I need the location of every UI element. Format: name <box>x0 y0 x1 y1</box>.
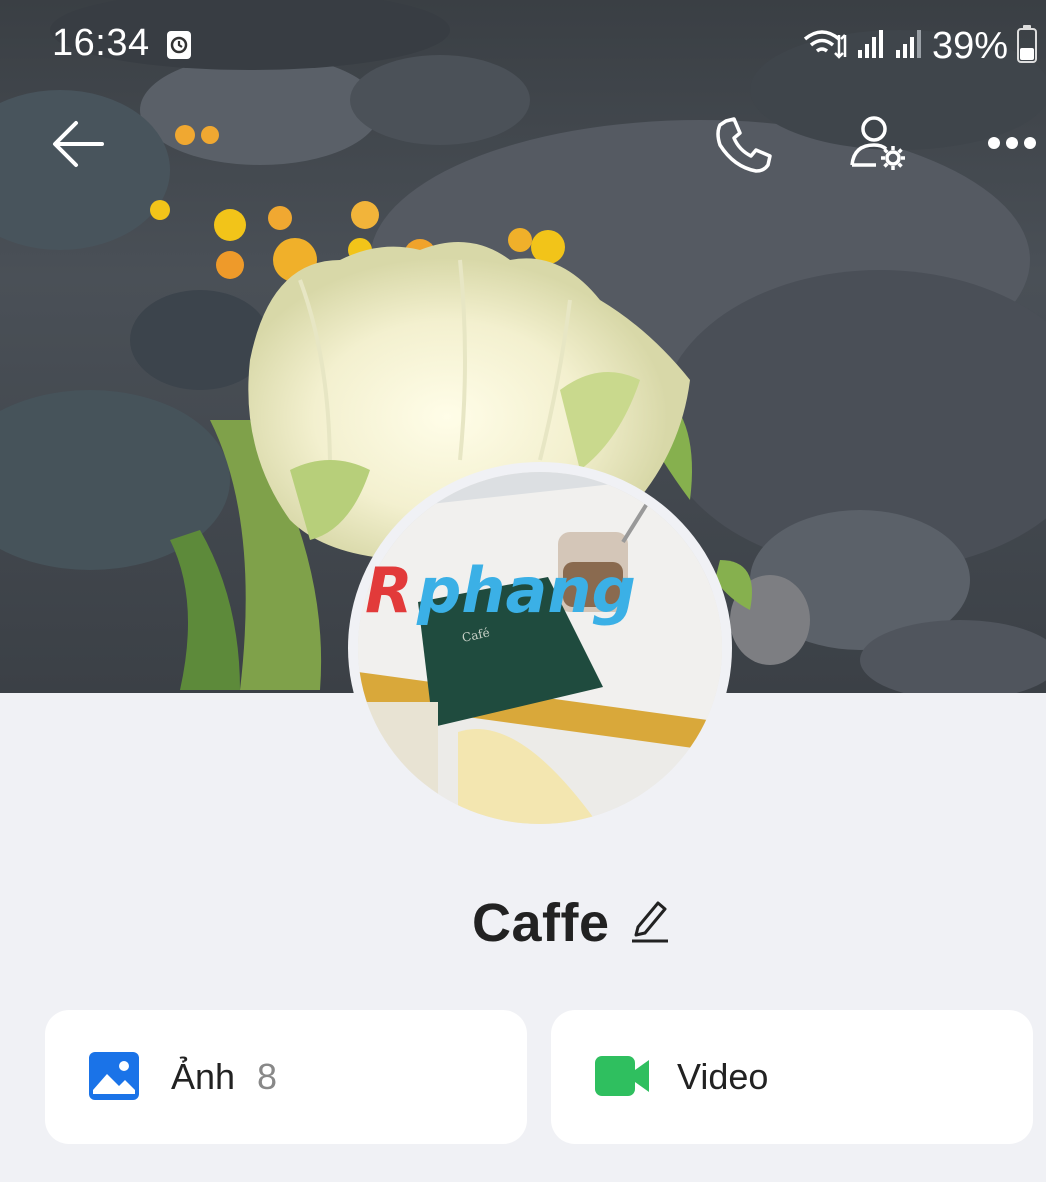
image-icon <box>87 1050 143 1102</box>
status-indicators: 39% <box>802 22 1038 70</box>
battery-icon <box>1016 24 1038 69</box>
photos-count: 8 <box>257 1056 278 1097</box>
battery-percent: 39% <box>931 24 1008 67</box>
phone-icon[interactable] <box>712 115 774 175</box>
alarm-icon <box>166 30 192 60</box>
svg-text:phang: phang <box>416 560 636 627</box>
pencil-icon[interactable] <box>630 897 670 943</box>
video-camera-icon <box>593 1050 649 1102</box>
profile-name-row: Caffe <box>0 886 1046 958</box>
back-arrow-icon[interactable] <box>50 118 106 170</box>
photos-button[interactable]: Ảnh 8 <box>45 1010 527 1144</box>
video-button[interactable]: Video <box>551 1010 1033 1144</box>
status-time: 16:34 <box>52 22 150 64</box>
more-icon[interactable] <box>986 128 1038 158</box>
signal-icon <box>894 28 924 65</box>
signal-icon <box>856 28 886 65</box>
avatar[interactable]: Café R phang <box>348 462 732 834</box>
status-bar: 16:34 39% <box>0 0 1046 92</box>
photos-label: Ảnh <box>171 1056 236 1097</box>
avatar-photo: Café <box>358 472 722 824</box>
wifi-icon <box>802 27 848 66</box>
video-label: Video <box>677 1056 769 1097</box>
profile-name: Caffe <box>472 893 610 953</box>
svg-text:R: R <box>365 560 413 627</box>
user-settings-icon[interactable] <box>848 113 910 175</box>
watermark-logo: R phang <box>363 554 683 635</box>
